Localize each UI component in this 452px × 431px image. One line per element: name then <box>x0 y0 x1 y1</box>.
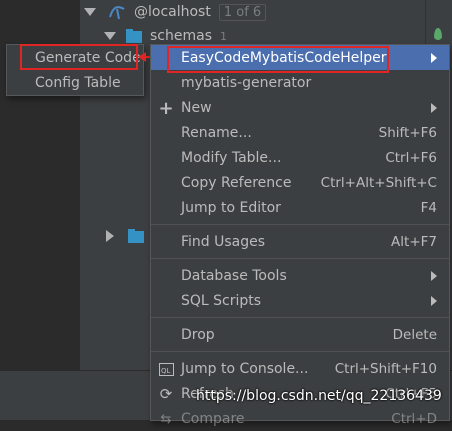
menu-item-modify-table[interactable]: Modify Table... Ctrl+F6 <box>151 145 449 170</box>
tree-row-collapsed[interactable] <box>106 224 144 248</box>
menu-item-jump-to-editor[interactable]: Jump to Editor F4 <box>151 195 449 220</box>
menu-item-rename[interactable]: Rename... Shift+F6 <box>151 120 449 145</box>
annotation-box-generate-code <box>20 44 138 70</box>
menu-item-drop[interactable]: Drop Delete <box>151 322 449 347</box>
menu-item-label: Copy Reference <box>181 174 292 191</box>
menu-item-label: Rename... <box>181 124 252 141</box>
collapse-arrow-icon[interactable] <box>106 230 114 242</box>
menu-item-label: New <box>181 99 212 116</box>
menu-item-label: Drop <box>181 326 215 343</box>
host-count-badge[interactable]: 1 of 6 <box>218 3 267 21</box>
schemas-count: 1 <box>220 29 227 43</box>
context-menu: EasyCodeMybatisCodeHelper mybatis-genera… <box>150 44 450 427</box>
svg-text:QL: QL <box>161 367 171 375</box>
menu-item-label: Find Usages <box>181 233 266 250</box>
menu-item-database-tools[interactable]: Database Tools <box>151 263 449 288</box>
menu-item-find-usages[interactable]: Find Usages Alt+F7 <box>151 229 449 254</box>
refresh-icon: ⟳ <box>159 385 173 403</box>
menu-separator <box>151 258 449 259</box>
menu-item-label: mybatis-generator <box>181 74 312 91</box>
menu-item-mybatis-generator[interactable]: mybatis-generator <box>151 70 449 95</box>
expand-arrow-icon[interactable] <box>84 8 96 16</box>
shortcut-label: Alt+F7 <box>391 233 437 250</box>
submenu-arrow-icon <box>431 295 437 306</box>
leaf-icon[interactable] <box>434 28 442 40</box>
menu-item-jump-to-console[interactable]: QL Jump to Console... Ctrl+Shift+F10 <box>151 356 449 381</box>
host-label: @localhost <box>134 4 211 20</box>
shortcut-label: Ctrl+Alt+Shift+C <box>320 174 437 191</box>
menu-item-new[interactable]: + New <box>151 95 449 120</box>
menu-item-label: Jump to Editor <box>181 199 281 216</box>
watermark-text: https://blog.csdn.net/qq_22136439 <box>196 388 442 404</box>
menu-item-config-table[interactable]: Config Table <box>7 70 143 95</box>
tree-row-localhost[interactable]: @localhost 1 of 6 <box>84 0 267 24</box>
menu-separator <box>151 224 449 225</box>
submenu-arrow-icon <box>431 270 437 281</box>
shortcut-label: Ctrl+F6 <box>385 149 437 166</box>
menu-item-label: Database Tools <box>181 267 287 284</box>
expand-arrow-icon[interactable] <box>104 32 116 40</box>
menu-separator <box>151 317 449 318</box>
menu-item-label: Modify Table... <box>181 149 282 166</box>
shortcut-label: F4 <box>420 199 437 216</box>
folder-icon <box>128 229 144 243</box>
shortcut-label: Delete <box>392 326 437 343</box>
menu-item-label: SQL Scripts <box>181 292 262 309</box>
datasource-icon <box>108 3 126 21</box>
submenu-arrow-icon <box>431 102 437 113</box>
plus-icon: + <box>158 97 174 119</box>
schemas-label: schemas <box>150 28 212 44</box>
shortcut-label: Shift+F6 <box>378 124 437 141</box>
menu-item-sql-scripts[interactable]: SQL Scripts <box>151 288 449 313</box>
menu-item-label: Config Table <box>35 74 121 91</box>
folder-icon <box>126 29 142 43</box>
menu-item-label: Jump to Console... <box>181 360 309 377</box>
console-icon: QL <box>158 361 174 377</box>
shortcut-label: Ctrl+Shift+F10 <box>334 360 437 377</box>
annotation-box-easycode <box>167 46 389 73</box>
compare-icon: ⇆ <box>160 411 172 427</box>
menu-item-copy-reference[interactable]: Copy Reference Ctrl+Alt+Shift+C <box>151 170 449 195</box>
menu-separator <box>151 351 449 352</box>
submenu-arrow-icon <box>431 52 437 63</box>
